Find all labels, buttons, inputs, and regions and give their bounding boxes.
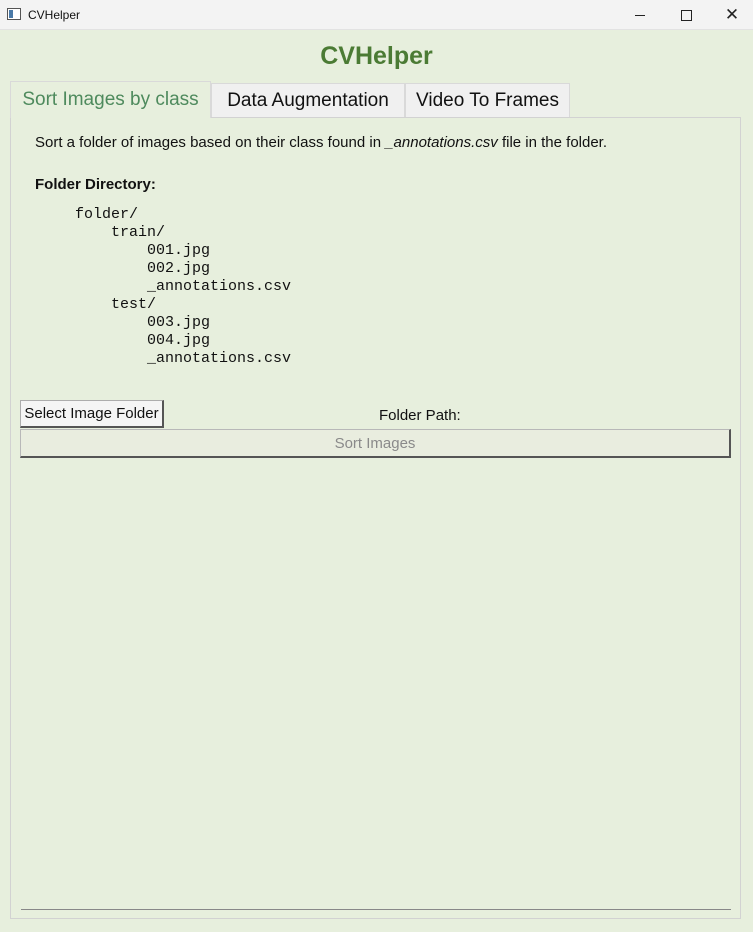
tab-video-to-frames[interactable]: Video To Frames <box>405 83 570 118</box>
close-button[interactable]: ✕ <box>709 0 753 30</box>
window-title: CVHelper <box>28 8 81 22</box>
description-prefix: Sort a folder of images based on their c… <box>35 134 386 151</box>
title-bar: CVHelper ✕ <box>0 0 753 30</box>
app-heading: CVHelper <box>320 42 433 70</box>
folder-path-label: Folder Path: <box>379 407 461 424</box>
select-image-folder-button[interactable]: Select Image Folder <box>20 400 164 428</box>
tree-line: train/ <box>75 224 166 241</box>
sort-images-button[interactable]: Sort Images <box>20 429 731 458</box>
tree-line: test/ <box>75 296 157 313</box>
minimize-button[interactable] <box>617 0 663 30</box>
close-icon: ✕ <box>724 4 740 25</box>
folder-tree: folder/ train/ 001.jpg 002.jpg _annotati… <box>75 206 291 368</box>
minimize-icon <box>635 14 645 16</box>
description: Sort a folder of images based on their c… <box>35 134 607 151</box>
maximize-icon <box>680 9 692 21</box>
tab-sort-images[interactable]: Sort Images by class <box>10 81 211 118</box>
tab-data-augmentation[interactable]: Data Augmentation <box>211 83 405 118</box>
tree-line: 002.jpg <box>75 260 211 277</box>
app-window-icon <box>7 8 21 20</box>
tree-line: 003.jpg <box>75 314 211 331</box>
tree-line: _annotations.csv <box>75 350 292 367</box>
description-file: _annotations.csv <box>385 134 498 151</box>
description-suffix: file in the folder. <box>497 134 608 151</box>
tree-line: _annotations.csv <box>75 278 292 295</box>
tree-line: folder/ <box>75 206 139 223</box>
tree-line: 004.jpg <box>75 332 211 349</box>
sort-images-panel: Sort a folder of images based on their c… <box>10 117 741 919</box>
folder-directory-heading: Folder Directory: <box>35 176 156 193</box>
tree-line: 001.jpg <box>75 242 211 259</box>
divider <box>21 909 731 910</box>
maximize-button[interactable] <box>663 0 709 30</box>
